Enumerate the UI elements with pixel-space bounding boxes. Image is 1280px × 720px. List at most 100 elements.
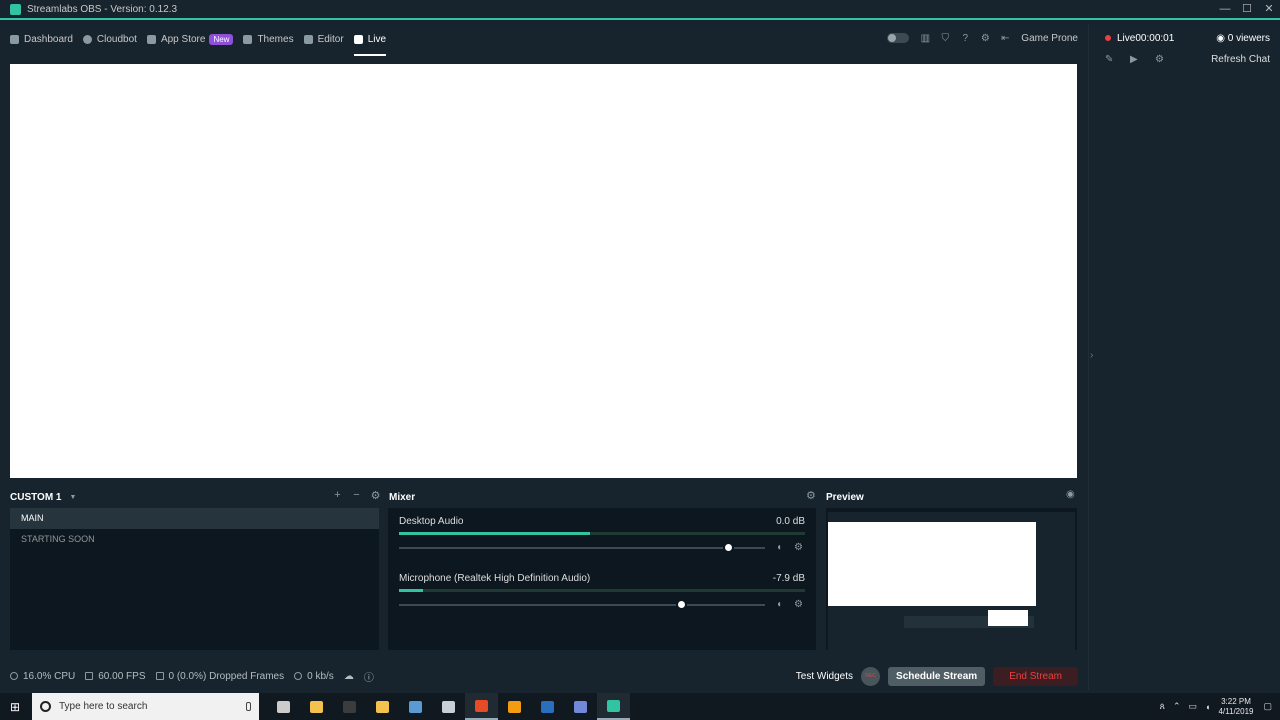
channel-db: 0.0 dB bbox=[776, 516, 805, 527]
chat-settings-icon[interactable]: ⚙ bbox=[1155, 54, 1180, 65]
task-view-icon bbox=[277, 700, 290, 713]
chevron-up-icon[interactable]: ⌃ bbox=[1173, 701, 1181, 712]
caret-down-icon: ▼ bbox=[69, 493, 77, 501]
channel-name: Desktop Audio bbox=[399, 516, 464, 527]
search-placeholder: Type here to search bbox=[59, 701, 148, 712]
settings-gear-icon[interactable]: ⚙ bbox=[975, 33, 995, 44]
preview-panel[interactable] bbox=[826, 508, 1077, 650]
discord-icon bbox=[574, 700, 587, 713]
new-badge: New bbox=[209, 33, 234, 45]
taskbar-search[interactable]: Type here to search bbox=[32, 693, 259, 720]
cpu-stat: 16.0% CPU bbox=[10, 671, 75, 682]
scene-settings-icon[interactable]: ⚙ bbox=[366, 489, 385, 502]
volume-icon[interactable]: ◖ bbox=[1205, 702, 1210, 712]
taskbar-app[interactable] bbox=[366, 693, 399, 720]
scene-tools: + − ⚙ bbox=[328, 489, 385, 502]
chat-panel: Live00:00:01 ◉ 0 viewers ✎ ▶ ⚙ Refresh C… bbox=[1088, 24, 1280, 690]
volume-slider[interactable] bbox=[399, 542, 765, 553]
clock[interactable]: 3:22 PM 4/11/2019 bbox=[1218, 697, 1253, 717]
notifications-icon[interactable]: ▢ bbox=[1263, 701, 1272, 712]
minimize-button[interactable]: — bbox=[1214, 0, 1236, 18]
close-button[interactable]: ✕ bbox=[1258, 0, 1280, 18]
refresh-chat-button[interactable]: Refresh Chat bbox=[1211, 54, 1270, 65]
nav-editor[interactable]: Editor bbox=[303, 27, 344, 51]
test-widgets-button[interactable]: Test Widgets bbox=[796, 671, 853, 682]
taskbar-app[interactable] bbox=[564, 693, 597, 720]
add-scene-icon[interactable]: + bbox=[328, 489, 347, 502]
info-icon[interactable]: ⓘ bbox=[364, 669, 374, 684]
taskbar-app[interactable] bbox=[531, 693, 564, 720]
volume-knob[interactable] bbox=[675, 599, 687, 610]
store-app-icon bbox=[376, 700, 389, 713]
chrome-icon bbox=[475, 699, 488, 712]
studio-mode-icon[interactable]: ▥ bbox=[915, 33, 935, 44]
camera-icon[interactable]: ▶ bbox=[1130, 54, 1155, 65]
nav-app-store[interactable]: App Store New bbox=[146, 27, 234, 51]
profile-name[interactable]: Game Prone bbox=[1021, 33, 1078, 44]
speaker-icon[interactable]: ◖ bbox=[776, 542, 782, 553]
taskbar-app[interactable] bbox=[465, 693, 498, 720]
chevron-right-icon[interactable]: › bbox=[1090, 350, 1093, 361]
taskbar-app[interactable] bbox=[267, 693, 300, 720]
taskbar-app[interactable] bbox=[597, 693, 630, 720]
help-icon[interactable]: ? bbox=[955, 33, 975, 44]
fps-icon bbox=[85, 672, 94, 680]
shield-icon[interactable]: ⛉ bbox=[935, 33, 955, 44]
scene-item[interactable]: MAIN bbox=[10, 508, 379, 529]
terminal-icon bbox=[343, 700, 356, 713]
nav-themes[interactable]: Themes bbox=[243, 27, 294, 51]
live-timer: 00:00:01 bbox=[1135, 33, 1175, 44]
live-dot-icon bbox=[1105, 35, 1111, 41]
channel-settings-icon[interactable]: ⚙ bbox=[794, 542, 803, 553]
volume-meter bbox=[399, 589, 805, 592]
live-icon bbox=[353, 34, 363, 44]
cloud-icon[interactable]: ☁ bbox=[344, 671, 354, 682]
bitrate-stat: 0 kb/s bbox=[294, 671, 334, 682]
frames-icon bbox=[155, 672, 164, 680]
title-bar: Streamlabs OBS - Version: 0.12.3 — ☐ ✕ bbox=[0, 0, 1280, 20]
taskbar-app[interactable] bbox=[432, 693, 465, 720]
volume-knob[interactable] bbox=[723, 542, 735, 553]
taskbar-app[interactable] bbox=[498, 693, 531, 720]
logout-icon[interactable]: ⇤ bbox=[995, 33, 1015, 44]
person-icon[interactable]: ጰ bbox=[1160, 701, 1165, 712]
taskbar-app[interactable] bbox=[399, 693, 432, 720]
volume-slider[interactable] bbox=[399, 599, 765, 610]
taskbar-app[interactable] bbox=[333, 693, 366, 720]
preview-title: Preview bbox=[826, 491, 864, 503]
nav-cloudbot[interactable]: Cloudbot bbox=[82, 27, 137, 51]
microphone-icon[interactable] bbox=[246, 702, 251, 711]
nav-live[interactable]: Live bbox=[353, 27, 387, 56]
night-mode-toggle[interactable] bbox=[887, 33, 910, 43]
nav-dashboard[interactable]: Dashboard bbox=[10, 27, 73, 51]
speed-icon bbox=[294, 672, 303, 680]
stream-actions: Test Widgets REC Schedule Stream End Str… bbox=[796, 662, 1088, 690]
taskbar-apps bbox=[267, 693, 630, 720]
scene-collection-title[interactable]: CUSTOM 1 ▼ bbox=[10, 490, 76, 504]
live-dashboard-view[interactable] bbox=[10, 64, 1077, 478]
speaker-icon[interactable]: ◖ bbox=[776, 599, 782, 610]
eye-icon[interactable]: ◉ bbox=[1066, 489, 1075, 500]
taskbar-app[interactable] bbox=[300, 693, 333, 720]
network-icon[interactable]: ▭ bbox=[1189, 701, 1198, 712]
steam-icon bbox=[541, 700, 554, 713]
maximize-button[interactable]: ☐ bbox=[1236, 0, 1258, 18]
scenes-list: MAIN STARTING SOON bbox=[10, 508, 379, 650]
mixer-settings-icon[interactable]: ⚙ bbox=[806, 489, 816, 502]
edit-icon[interactable]: ✎ bbox=[1105, 54, 1130, 65]
steam-like-icon bbox=[442, 700, 455, 713]
end-stream-button[interactable]: End Stream bbox=[993, 666, 1078, 686]
record-button[interactable]: REC bbox=[861, 666, 881, 686]
editor-icon bbox=[303, 34, 313, 44]
remove-scene-icon[interactable]: − bbox=[347, 489, 366, 502]
live-indicator: Live00:00:01 bbox=[1105, 33, 1174, 44]
scene-item[interactable]: STARTING SOON bbox=[10, 529, 379, 550]
preview-thumbnail bbox=[828, 512, 1075, 650]
schedule-stream-button[interactable]: Schedule Stream bbox=[888, 666, 986, 686]
channel-settings-icon[interactable]: ⚙ bbox=[794, 599, 803, 610]
channel-name: Microphone (Realtek High Definition Audi… bbox=[399, 573, 591, 584]
windows-start-icon[interactable]: ⊞ bbox=[0, 700, 30, 714]
cloudbot-icon bbox=[82, 34, 92, 44]
mixer-panel: Desktop Audio 0.0 dB ◖ ⚙ Microphone (Rea… bbox=[388, 508, 816, 650]
file-explorer-icon bbox=[310, 700, 323, 713]
